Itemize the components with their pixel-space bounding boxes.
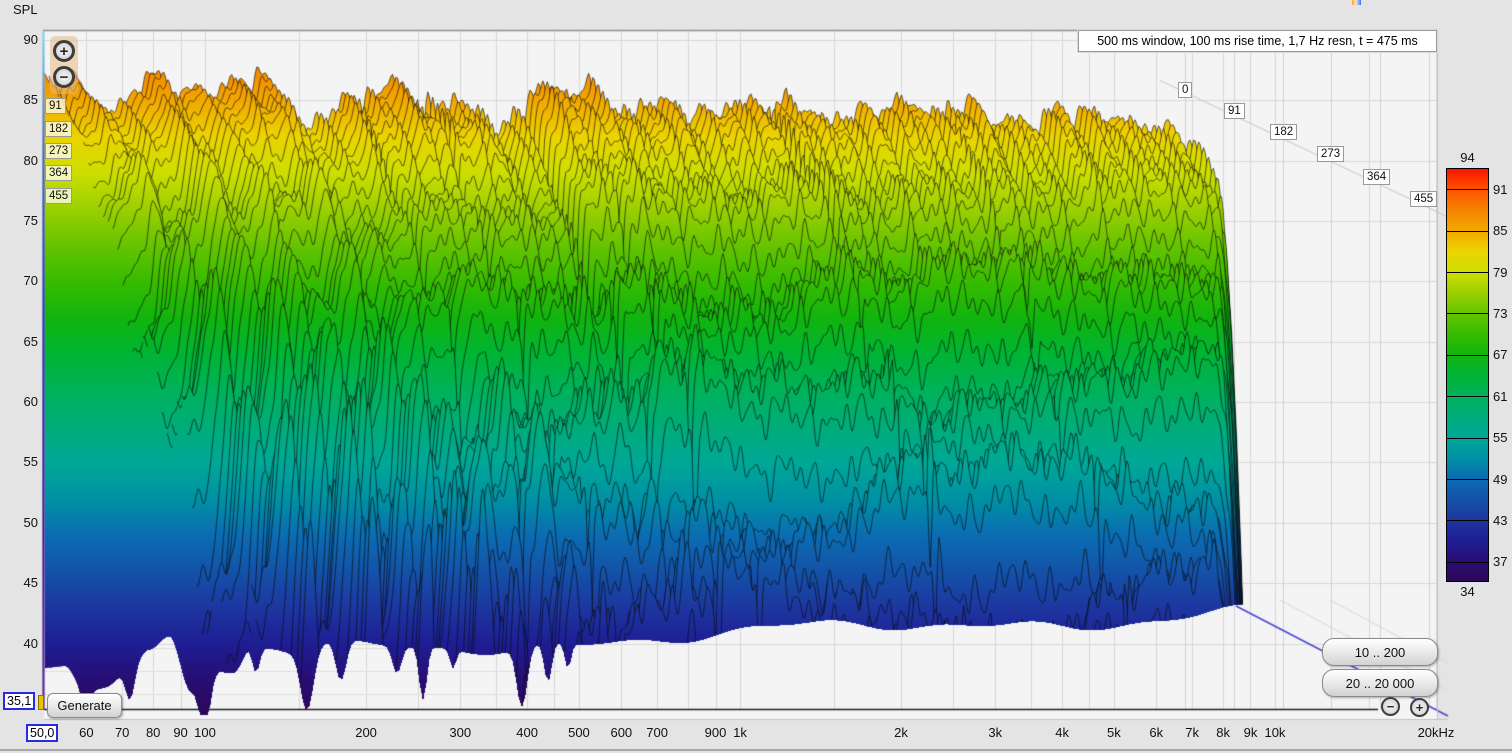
freq-range-preset-button-20-20000[interactable]: 20 .. 20 000	[1322, 669, 1438, 697]
x-tick-label: 60	[79, 726, 93, 740]
x-tick-label: 4k	[1055, 726, 1069, 740]
x-tick-label: 400	[516, 726, 538, 740]
colorbar-tick-label: 61	[1493, 389, 1507, 404]
spl-axis-title: SPL	[13, 3, 38, 17]
colorbar-tick-label: 67	[1493, 347, 1507, 362]
waterfall-canvas[interactable]	[0, 0, 1512, 753]
time-slice-label: 273	[1317, 146, 1344, 162]
colorbar-segment-divider	[1447, 520, 1488, 521]
colorbar-segment-divider	[1447, 313, 1488, 314]
colorbar-max-label: 94	[1444, 150, 1491, 165]
colorbar-tick-label: 91	[1493, 182, 1507, 197]
colorbar-legend	[1446, 168, 1489, 582]
x-tick-label: 20kHz	[1418, 726, 1455, 740]
colorbar-min-label: 34	[1444, 584, 1491, 599]
time-slice-label: 91	[45, 98, 66, 114]
zoom-out-vertical-button[interactable]: −	[53, 66, 75, 88]
colorbar-tick-label: 79	[1493, 265, 1507, 280]
colorbar-segment-divider	[1447, 231, 1488, 232]
colorbar-tick-label: 37	[1493, 554, 1507, 569]
y-tick-label: 85	[2, 93, 38, 107]
y-tick-label: 55	[2, 455, 38, 469]
time-slice-label: 0	[1178, 82, 1192, 98]
time-slice-label: 182	[1270, 124, 1297, 140]
zoom-in-horizontal-button[interactable]: +	[1410, 698, 1429, 717]
colorbar-tick-label: 85	[1493, 223, 1507, 238]
measurement-info-box: 500 ms window, 100 ms rise time, 1,7 Hz …	[1078, 30, 1437, 52]
y-tick-label: 75	[2, 214, 38, 228]
generate-button[interactable]: Generate	[47, 693, 122, 718]
window-bottom-edge	[0, 749, 1512, 751]
colorbar-tick-label: 73	[1493, 306, 1507, 321]
x-tick-label: 100	[194, 726, 216, 740]
axis-origin-marker	[38, 695, 44, 710]
x-tick-label: 200	[355, 726, 377, 740]
time-slice-label: 364	[1363, 169, 1390, 185]
x-tick-label: 300	[449, 726, 471, 740]
x-tick-label: 70	[115, 726, 129, 740]
colorbar-tick-label: 49	[1493, 472, 1507, 487]
x-tick-label: 9k	[1244, 726, 1258, 740]
y-tick-label: 60	[2, 395, 38, 409]
x-tick-label: 900	[705, 726, 727, 740]
colorbar-segment-divider	[1447, 272, 1488, 273]
y-tick-label: 40	[2, 637, 38, 651]
y-tick-label: 70	[2, 274, 38, 288]
x-tick-label: 1k	[733, 726, 747, 740]
colorbar-segment-divider	[1447, 355, 1488, 356]
freq-range-preset-button-10-200[interactable]: 10 .. 200	[1322, 638, 1438, 666]
x-tick-label: 10k	[1264, 726, 1285, 740]
y-tick-label: 90	[2, 33, 38, 47]
time-slice-label: 455	[1410, 191, 1437, 207]
y-tick-label: 45	[2, 576, 38, 590]
zoom-out-horizontal-button[interactable]: −	[1381, 697, 1400, 716]
x-axis-min-field[interactable]: 50,0	[26, 724, 58, 742]
measurement-info-text: 500 ms window, 100 ms rise time, 1,7 Hz …	[1097, 34, 1418, 48]
y-axis-min-field[interactable]: 35,1	[3, 692, 35, 710]
colorbar-segment-divider	[1447, 396, 1488, 397]
x-tick-label: 5k	[1107, 726, 1121, 740]
y-tick-label: 50	[2, 516, 38, 530]
x-tick-label: 7k	[1185, 726, 1199, 740]
screen-artifact	[1352, 0, 1361, 5]
x-tick-label: 700	[646, 726, 668, 740]
x-tick-label: 80	[146, 726, 160, 740]
zoom-in-vertical-button[interactable]: +	[53, 40, 75, 62]
time-slice-label: 182	[45, 121, 72, 137]
colorbar-tick-label: 55	[1493, 430, 1507, 445]
colorbar-tick-label: 43	[1493, 513, 1507, 528]
x-tick-label: 600	[610, 726, 632, 740]
time-slice-label: 455	[45, 188, 72, 204]
time-slice-label: 91	[1224, 103, 1245, 119]
y-tick-label: 65	[2, 335, 38, 349]
x-tick-label: 8k	[1216, 726, 1230, 740]
colorbar-segment-divider	[1447, 438, 1488, 439]
y-tick-label: 80	[2, 154, 38, 168]
x-tick-label: 6k	[1149, 726, 1163, 740]
time-slice-label: 364	[45, 165, 72, 181]
colorbar-segment-divider	[1447, 189, 1488, 190]
colorbar-segment-divider	[1447, 562, 1488, 563]
colorbar-segment-divider	[1447, 479, 1488, 480]
x-tick-label: 2k	[894, 726, 908, 740]
x-tick-label: 500	[568, 726, 590, 740]
x-tick-label: 3k	[988, 726, 1002, 740]
x-tick-label: 90	[173, 726, 187, 740]
time-slice-label: 273	[45, 143, 72, 159]
